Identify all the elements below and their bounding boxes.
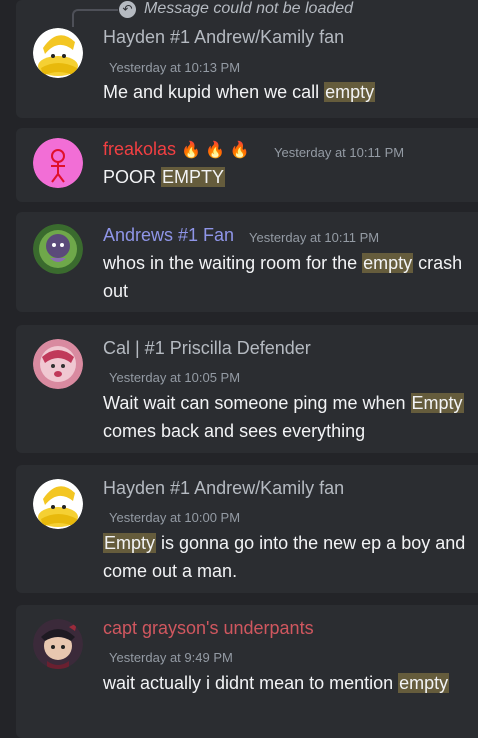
reply-connector [72, 9, 118, 27]
message-content: wait actually i didnt mean to mention em… [103, 673, 450, 693]
timestamp: Yesterday at 9:49 PM [109, 650, 233, 665]
mention-highlight: Empty [103, 533, 157, 553]
reply-preview-text[interactable]: Message could not be loaded [144, 0, 353, 18]
avatar[interactable] [33, 28, 83, 78]
avatar[interactable] [33, 479, 83, 529]
message-content: Wait wait can someone ping me when Empty… [103, 393, 464, 441]
timestamp: Yesterday at 10:05 PM [109, 370, 241, 385]
message-card[interactable]: Andrews #1 Fan Yesterday at 10:11 PM who… [16, 212, 478, 312]
author-name[interactable]: Hayden #1 Andrew/Kamily fan [103, 478, 344, 499]
pink-stick-figure-avatar [33, 138, 83, 188]
message-card[interactable]: Cal | #1 Priscilla Defender Yesterday at… [16, 325, 478, 453]
avatar[interactable] [33, 339, 83, 389]
author-name[interactable]: Hayden #1 Andrew/Kamily fan [103, 27, 344, 48]
message-content: POOR EMPTY [103, 167, 226, 187]
banana-cat-avatar [33, 28, 83, 78]
author-name[interactable]: Andrews #1 Fan [103, 225, 234, 246]
mention-highlight: empty [398, 673, 450, 693]
pirate-character-avatar [33, 619, 83, 669]
author-name[interactable]: capt grayson's underpants [103, 618, 314, 639]
author-name[interactable]: freakolas 🔥 🔥 🔥 [103, 139, 250, 160]
message-content: Empty is gonna go into the new ep a boy … [103, 533, 466, 581]
timestamp: Yesterday at 10:13 PM [109, 60, 241, 75]
mention-highlight: EMPTY [161, 167, 226, 187]
mention-highlight: empty [362, 253, 414, 273]
message-content: Me and kupid when we call empty [103, 82, 376, 102]
timestamp: Yesterday at 10:11 PM [274, 145, 405, 160]
mention-highlight: empty [324, 82, 376, 102]
author-name[interactable]: Cal | #1 Priscilla Defender [103, 338, 311, 359]
avatar[interactable] [33, 138, 83, 188]
message-content: whos in the waiting room for the empty c… [103, 253, 463, 301]
message-card[interactable]: freakolas 🔥 🔥 🔥 Yesterday at 10:11 PM PO… [16, 128, 478, 202]
reply-arrow-icon: ↶ [119, 1, 136, 18]
avatar[interactable] [33, 224, 83, 274]
avatar[interactable] [33, 619, 83, 669]
message-card[interactable]: Hayden #1 Andrew/Kamily fan Yesterday at… [16, 465, 478, 593]
banana-cat-avatar [33, 479, 83, 529]
message-card[interactable]: ↶ Message could not be loaded Hayden #1 … [16, 0, 478, 118]
timestamp: Yesterday at 10:11 PM [249, 230, 380, 245]
message-card[interactable]: capt grayson's underpants Yesterday at 9… [16, 605, 478, 738]
mention-highlight: Empty [410, 393, 464, 413]
fire-emoji-icon: 🔥 🔥 🔥 [181, 142, 250, 159]
wreath-character-avatar [33, 224, 83, 274]
pink-character-avatar [33, 339, 83, 389]
timestamp: Yesterday at 10:00 PM [109, 510, 241, 525]
